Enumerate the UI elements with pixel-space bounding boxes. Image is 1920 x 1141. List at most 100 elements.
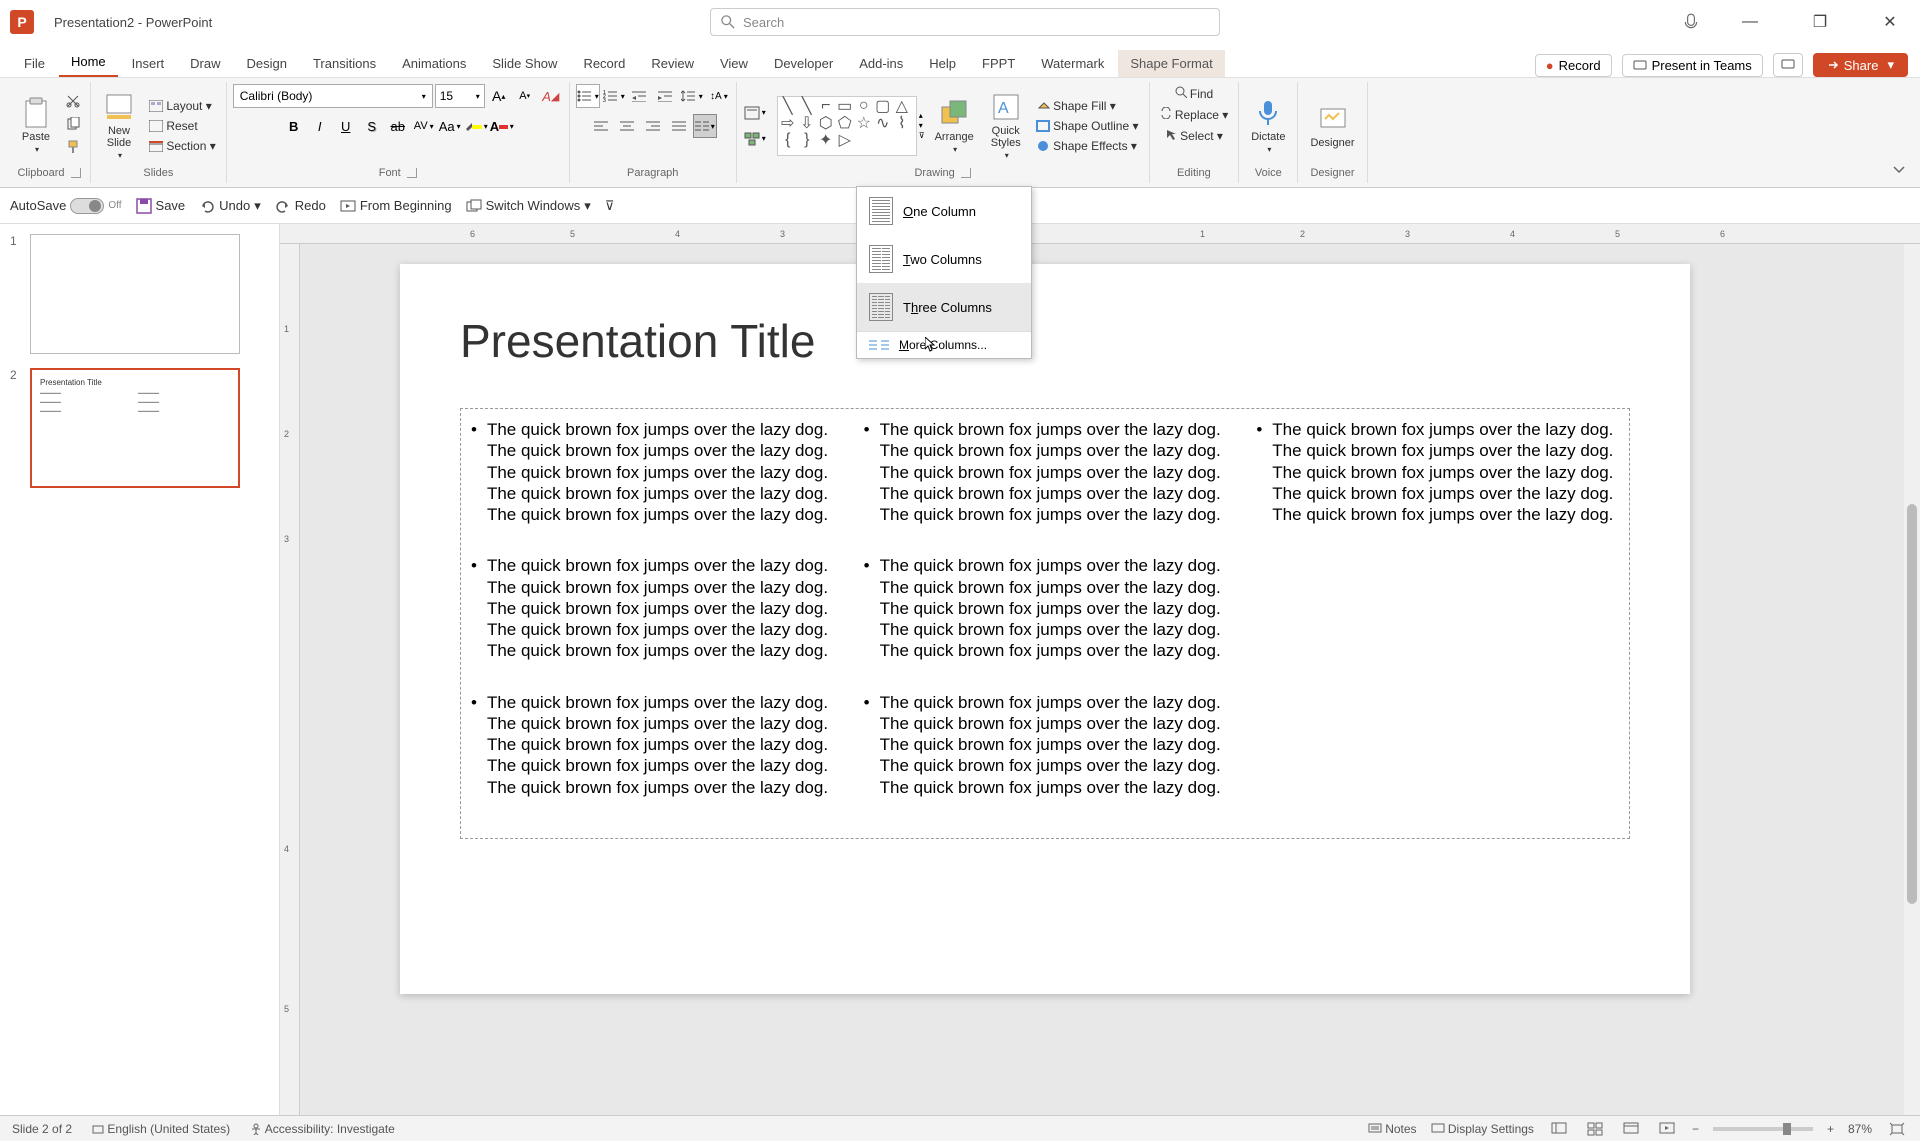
smartart-button[interactable]: ▾ [743, 127, 767, 151]
tab-watermark[interactable]: Watermark [1029, 50, 1116, 77]
language-indicator[interactable]: English (United States) [92, 1122, 230, 1136]
paste-button[interactable]: Paste ▾ [14, 95, 58, 156]
bold-button[interactable]: B [282, 114, 306, 138]
drawing-launcher[interactable] [961, 168, 971, 178]
text-direction-button[interactable]: ↕A▾ [706, 84, 730, 108]
decrease-font-button[interactable]: A▾ [513, 84, 537, 108]
shape-freeform[interactable]: ⌇ [894, 116, 910, 130]
increase-indent-button[interactable] [654, 84, 678, 108]
collapse-ribbon-button[interactable] [1892, 164, 1906, 174]
redo-button[interactable]: Redo [275, 198, 326, 213]
slide-canvas[interactable]: Presentation Title •The quick brown fox … [400, 264, 1690, 994]
bullets-button[interactable]: ▾ [576, 84, 600, 108]
tab-design[interactable]: Design [235, 50, 299, 77]
shape-line[interactable]: ╲ [780, 99, 796, 113]
shapes-gallery[interactable]: ╲ ╲ ⌐ ▭ ○ ▢ △ ⇨ ⇩ ⬡ ⬠ ☆ ∿ ⌇ { } ✦ ▷ [777, 96, 917, 156]
slide-thumbnails-panel[interactable]: 1 2 Presentation Title ━━━━━━━━━━━━━━━━━… [0, 224, 280, 1115]
zoom-level[interactable]: 87% [1848, 1122, 1872, 1136]
italic-button[interactable]: I [308, 114, 332, 138]
tab-review[interactable]: Review [639, 50, 706, 77]
bullet-item[interactable]: •The quick brown fox jumps over the lazy… [471, 692, 834, 798]
bullet-item[interactable]: •The quick brown fox jumps over the lazy… [864, 555, 1227, 661]
search-bar[interactable]: Search [710, 8, 1220, 36]
shape-line3[interactable]: ⌐ [818, 99, 834, 113]
shape-rect[interactable]: ▭ [837, 99, 853, 113]
autosave-switch[interactable] [70, 198, 104, 214]
comments-button[interactable] [1773, 53, 1803, 77]
clear-formatting-button[interactable]: A◢ [539, 84, 563, 108]
replace-button[interactable]: Replace ▾ [1156, 105, 1233, 124]
accessibility-indicator[interactable]: Accessibility: Investigate [250, 1122, 395, 1136]
highlight-button[interactable]: ▾ [464, 114, 488, 138]
section-button[interactable]: Section ▾ [145, 137, 220, 155]
shape-hex[interactable]: ⬡ [818, 116, 834, 130]
menu-three-columns[interactable]: Three Columns [857, 283, 1031, 331]
new-slide-button[interactable]: New Slide ▾ [97, 89, 141, 162]
minimize-button[interactable]: — [1730, 7, 1770, 37]
copy-button[interactable] [62, 115, 84, 136]
shape-arrow2[interactable]: ⇩ [799, 116, 815, 130]
close-button[interactable]: ✕ [1870, 7, 1910, 37]
present-teams-button[interactable]: Present in Teams [1622, 54, 1763, 77]
shape-arrow[interactable]: ⇨ [780, 116, 796, 130]
select-button[interactable]: Select ▾ [1161, 126, 1227, 145]
reset-button[interactable]: Reset [145, 117, 220, 135]
thumbnail-2[interactable]: Presentation Title ━━━━━━━━━━━━━━━━━━━━━… [30, 368, 240, 488]
share-button[interactable]: Share▾ [1813, 53, 1908, 77]
slide-counter[interactable]: Slide 2 of 2 [12, 1122, 72, 1136]
thumbnail-1[interactable] [30, 234, 240, 354]
from-beginning-button[interactable]: From Beginning [340, 198, 452, 213]
find-button[interactable]: Find [1171, 84, 1218, 103]
arrange-button[interactable]: Arrange ▾ [929, 95, 980, 156]
dictate-button[interactable]: Dictate ▾ [1245, 95, 1291, 156]
slide-title[interactable]: Presentation Title [460, 314, 1630, 368]
reading-view-button[interactable] [1620, 1120, 1642, 1138]
numbering-button[interactable]: 123▾ [602, 84, 626, 108]
align-left-button[interactable] [589, 114, 613, 138]
gallery-up[interactable]: ▴ [919, 111, 925, 120]
tab-file[interactable]: File [12, 50, 57, 77]
save-button-qat[interactable]: Save [136, 198, 186, 214]
vertical-ruler[interactable]: 1 2 3 4 5 [280, 244, 300, 1115]
quick-styles-button[interactable]: A Quick Styles ▾ [984, 89, 1028, 162]
align-center-button[interactable] [615, 114, 639, 138]
shape-oval[interactable]: ○ [856, 99, 872, 113]
slide-sorter-button[interactable] [1584, 1120, 1606, 1138]
content-placeholder[interactable]: •The quick brown fox jumps over the lazy… [460, 408, 1630, 839]
char-spacing-button[interactable]: AV▾ [412, 114, 436, 138]
align-text-button[interactable]: ▾ [743, 101, 767, 125]
shape-brace[interactable]: { [780, 133, 796, 147]
tab-transitions[interactable]: Transitions [301, 50, 388, 77]
strikethrough-button[interactable]: ab [386, 114, 410, 138]
bullet-item[interactable]: •The quick brown fox jumps over the lazy… [471, 419, 834, 525]
undo-button[interactable]: Undo ▾ [199, 198, 261, 214]
tab-record[interactable]: Record [571, 50, 637, 77]
qat-more-button[interactable]: ⊽ [605, 198, 615, 214]
tab-shape-format[interactable]: Shape Format [1118, 50, 1224, 77]
shape-action[interactable]: ▷ [837, 133, 853, 147]
shape-callout[interactable]: ⬠ [837, 116, 853, 130]
format-painter-button[interactable] [62, 138, 84, 159]
shape-brace2[interactable]: } [799, 133, 815, 147]
designer-button[interactable]: Designer [1304, 101, 1360, 151]
autosave-toggle[interactable]: AutoSave Off [10, 198, 122, 214]
align-right-button[interactable] [641, 114, 665, 138]
font-size-select[interactable]: 15▾ [435, 84, 485, 108]
shape-star2[interactable]: ✦ [818, 133, 834, 147]
normal-view-button[interactable] [1548, 1120, 1570, 1138]
bullet-item[interactable]: •The quick brown fox jumps over the lazy… [864, 419, 1227, 525]
tab-view[interactable]: View [708, 50, 760, 77]
shape-triangle[interactable]: △ [894, 99, 910, 113]
shape-outline-button[interactable]: Shape Outline ▾ [1032, 117, 1143, 135]
fit-window-button[interactable] [1886, 1120, 1908, 1138]
menu-two-columns[interactable]: Two Columns [857, 235, 1031, 283]
shape-star[interactable]: ☆ [856, 116, 872, 130]
font-name-select[interactable]: Calibri (Body)▾ [233, 84, 433, 108]
underline-button[interactable]: U [334, 114, 358, 138]
tab-fppt[interactable]: FPPT [970, 50, 1027, 77]
tab-animations[interactable]: Animations [390, 50, 478, 77]
decrease-indent-button[interactable] [628, 84, 652, 108]
bullet-item[interactable]: •The quick brown fox jumps over the lazy… [864, 692, 1227, 798]
tab-help[interactable]: Help [917, 50, 968, 77]
menu-more-columns[interactable]: More Columns... [857, 332, 1031, 358]
